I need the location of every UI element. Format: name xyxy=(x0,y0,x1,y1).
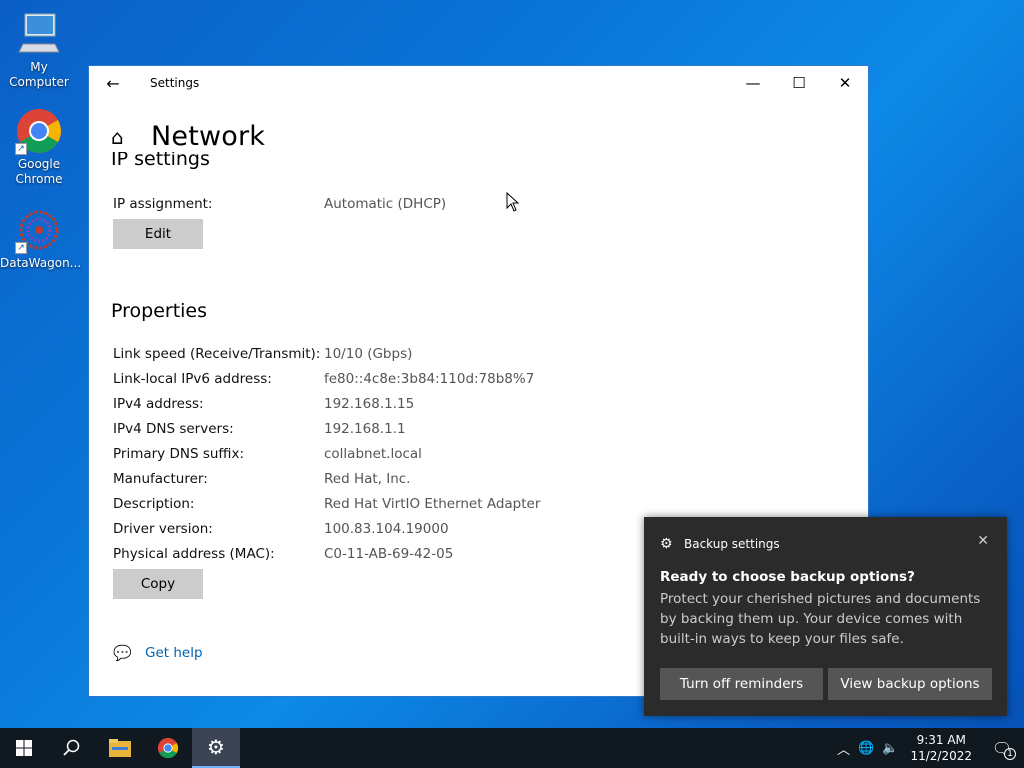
windows-logo-icon xyxy=(16,740,32,756)
property-row: Driver version: 100.83.104.19000 xyxy=(113,521,449,537)
property-label: IPv4 DNS servers: xyxy=(113,421,234,437)
gear-icon: ⚙ xyxy=(207,735,225,759)
ip-assignment-value: Automatic (DHCP) xyxy=(324,196,447,212)
property-row: Description: Red Hat VirtIO Ethernet Ada… xyxy=(113,496,540,512)
property-value: C0-11-AB-69-42-05 xyxy=(324,546,454,562)
property-value: 192.168.1.15 xyxy=(324,396,415,412)
folder-icon xyxy=(109,739,131,757)
property-row: Primary DNS suffix: collabnet.local xyxy=(113,446,422,462)
notification-title: Ready to choose backup options? xyxy=(660,569,915,585)
shortcut-arrow-icon: ↗ xyxy=(15,242,27,254)
mouse-cursor-icon xyxy=(506,192,520,212)
close-icon[interactable]: ✕ xyxy=(822,74,868,92)
copy-button[interactable]: Copy xyxy=(113,569,203,599)
clock[interactable]: 9:31 AM 11/2/2022 xyxy=(902,732,980,764)
ip-assignment-row: IP assignment: Automatic (DHCP) xyxy=(113,196,446,212)
property-value: 10/10 (Gbps) xyxy=(324,346,413,362)
ip-assignment-label: IP assignment: xyxy=(113,196,213,212)
clock-time: 9:31 AM xyxy=(916,733,966,747)
notification-header: ⚙ Backup settings xyxy=(660,536,780,552)
property-label: Physical address (MAC): xyxy=(113,546,275,562)
search-button[interactable] xyxy=(48,728,96,768)
property-row: Link-local IPv6 address: fe80::4c8e:3b84… xyxy=(113,371,534,387)
desktop-icon-my-computer[interactable]: My Computer xyxy=(0,10,78,90)
chrome-taskbar-button[interactable] xyxy=(144,728,192,768)
volume-icon[interactable]: 🔈 xyxy=(878,741,902,756)
ip-settings-heading: IP settings xyxy=(111,152,210,170)
property-label: Link speed (Receive/Transmit): xyxy=(113,346,321,362)
view-backup-options-button[interactable]: View backup options xyxy=(828,668,992,700)
property-label: Description: xyxy=(113,496,195,512)
properties-heading: Properties xyxy=(111,300,208,322)
property-label: Manufacturer: xyxy=(113,471,208,487)
property-row: IPv4 address: 192.168.1.15 xyxy=(113,396,414,412)
network-globe-icon[interactable]: 🌐 xyxy=(854,741,878,756)
property-label: Primary DNS suffix: xyxy=(113,446,244,462)
turn-off-reminders-button[interactable]: Turn off reminders xyxy=(660,668,823,700)
settings-taskbar-button[interactable]: ⚙ xyxy=(192,728,240,768)
property-value: Red Hat, Inc. xyxy=(324,471,411,487)
title-bar: ← Settings — ☐ ✕ xyxy=(89,66,868,100)
maximize-icon[interactable]: ☐ xyxy=(776,74,822,92)
desktop-icon-label: DataWagon... xyxy=(0,256,82,270)
property-label: IPv4 address: xyxy=(113,396,204,412)
computer-icon xyxy=(15,10,63,58)
desktop-icon-label: Google Chrome xyxy=(15,157,63,186)
desktop-icon-label: My Computer xyxy=(9,60,69,89)
notification-count-badge: 1 xyxy=(1004,748,1016,760)
edit-button[interactable]: Edit xyxy=(113,219,203,249)
get-help-link[interactable]: 💬 Get help xyxy=(113,644,203,662)
system-tray: ︿ 🌐 🔈 9:31 AM 11/2/2022 🗨 1 xyxy=(833,728,1024,768)
clock-date: 11/2/2022 xyxy=(910,749,972,763)
chevron-up-icon[interactable]: ︿ xyxy=(833,739,854,758)
gear-icon: ⚙ xyxy=(660,536,673,552)
window-title: Settings xyxy=(150,76,200,90)
property-row: Physical address (MAC): C0-11-AB-69-42-0… xyxy=(113,546,453,562)
close-icon[interactable]: ✕ xyxy=(977,533,989,549)
datawagon-icon: ↗ xyxy=(15,206,63,254)
search-icon xyxy=(63,739,80,756)
help-chat-icon: 💬 xyxy=(113,644,132,662)
property-value: 192.168.1.1 xyxy=(324,421,406,437)
property-row: Manufacturer: Red Hat, Inc. xyxy=(113,471,411,487)
property-label: Driver version: xyxy=(113,521,213,537)
get-help-label[interactable]: Get help xyxy=(145,645,203,661)
desktop-icon-google-chrome[interactable]: ↗ Google Chrome xyxy=(0,107,78,187)
chrome-icon xyxy=(157,737,179,759)
property-value: Red Hat VirtIO Ethernet Adapter xyxy=(324,496,541,512)
desktop-icon-datawagon[interactable]: ↗ DataWagon... xyxy=(0,206,82,271)
property-value: fe80::4c8e:3b84:110d:78b8%7 xyxy=(324,371,535,387)
taskbar: ⚙ ︿ 🌐 🔈 9:31 AM 11/2/2022 🗨 1 xyxy=(0,728,1024,768)
property-label: Link-local IPv6 address: xyxy=(113,371,272,387)
notification-body: Protect your cherished pictures and docu… xyxy=(660,591,981,647)
page-title: Network xyxy=(151,121,266,152)
action-center-button[interactable]: 🗨 1 xyxy=(980,728,1024,768)
notification-app-name: Backup settings xyxy=(684,537,780,551)
backup-notification: ⚙ Backup settings ✕ Ready to choose back… xyxy=(644,517,1007,716)
page-header: ⌂ Network xyxy=(111,121,265,152)
property-row: Link speed (Receive/Transmit): 10/10 (Gb… xyxy=(113,346,412,362)
back-arrow-icon[interactable]: ← xyxy=(89,74,137,93)
file-explorer-button[interactable] xyxy=(96,728,144,768)
property-value: collabnet.local xyxy=(324,446,422,462)
property-value: 100.83.104.19000 xyxy=(324,521,449,537)
home-icon[interactable]: ⌂ xyxy=(111,125,151,149)
minimize-icon[interactable]: — xyxy=(730,74,776,92)
shortcut-arrow-icon: ↗ xyxy=(15,143,27,155)
start-button[interactable] xyxy=(0,728,48,768)
property-row: IPv4 DNS servers: 192.168.1.1 xyxy=(113,421,406,437)
chrome-icon: ↗ xyxy=(15,107,63,155)
